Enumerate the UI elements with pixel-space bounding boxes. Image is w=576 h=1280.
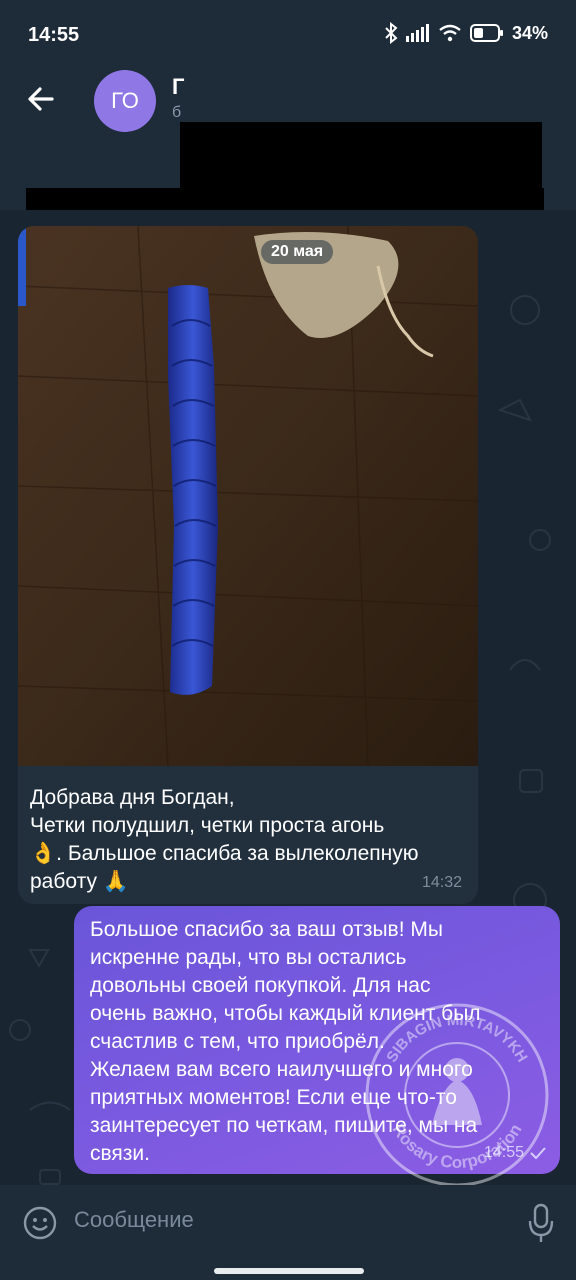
status-bar: 14:55 34% <box>0 0 576 70</box>
message-line: счастлив с тем, что приобрёл. <box>90 1030 385 1053</box>
message-line: Четки полудшил, четки проста агонь <box>30 814 385 837</box>
message-line: приятных моментов! Если еще что-то <box>90 1086 457 1109</box>
message-line: связи. <box>90 1142 150 1165</box>
message-list[interactable]: 20 мая Добрава дня Богдан, Четки полудши… <box>0 210 576 1185</box>
status-time: 14:55 <box>28 24 80 46</box>
message-line: заинтересует по четкам, пишите, мы на <box>90 1114 478 1137</box>
status-icons: 34% <box>384 22 548 44</box>
message-line: работу 🙏 <box>30 870 129 893</box>
message-line: 👌. Бальшое спасиба за вылеколепную <box>30 842 419 865</box>
avatar[interactable]: ГО <box>94 70 156 132</box>
message-line: Желаем вам всего наилучшего и много <box>90 1058 473 1081</box>
bluetooth-icon <box>385 22 398 44</box>
message-line: Большое спасибо за ваш отзыв! Мы <box>90 918 443 941</box>
battery-icon <box>469 24 503 42</box>
smile-icon[interactable] <box>22 1205 58 1241</box>
message-line: Добрава дня Богдан, <box>30 786 235 809</box>
message-timestamp: 14:32 <box>421 874 462 891</box>
message-line: искренне рады, что вы остались <box>90 946 407 969</box>
message-composer: Сообщение <box>0 1185 576 1280</box>
chat-subtitle: б <box>172 104 182 121</box>
battery-percent: 34% <box>511 22 548 43</box>
outgoing-message-text: Большое спасибо за ваш отзыв! Мы искренн… <box>90 916 550 1168</box>
incoming-message[interactable]: 20 мая Добрава дня Богдан, Четки полудши… <box>18 226 478 904</box>
chat-title[interactable]: Г <box>172 74 184 100</box>
check-icon <box>530 1147 546 1159</box>
message-photo[interactable] <box>18 226 478 766</box>
message-timestamp: 14:55 <box>484 1144 546 1162</box>
gesture-bar[interactable] <box>214 1268 364 1274</box>
redaction-block <box>180 122 542 196</box>
arrow-left-icon[interactable] <box>24 82 58 116</box>
message-input[interactable]: Сообщение <box>74 1207 194 1233</box>
message-line: довольны своей покупкой. Для нас <box>90 974 431 997</box>
incoming-message-text: Добрава дня Богдан, Четки полудшил, четк… <box>30 784 470 896</box>
date-label: 20 мая <box>261 240 334 264</box>
message-time: 14:55 <box>483 1144 524 1161</box>
microphone-icon[interactable] <box>526 1203 556 1243</box>
outgoing-message[interactable]: Большое спасибо за ваш отзыв! Мы искренн… <box>74 906 560 1174</box>
wifi-icon <box>439 24 461 42</box>
message-line: очень важно, чтобы каждый клиент был <box>90 1002 481 1025</box>
signal-icon <box>405 24 429 42</box>
chat-header: ГО Г б <box>0 70 576 268</box>
